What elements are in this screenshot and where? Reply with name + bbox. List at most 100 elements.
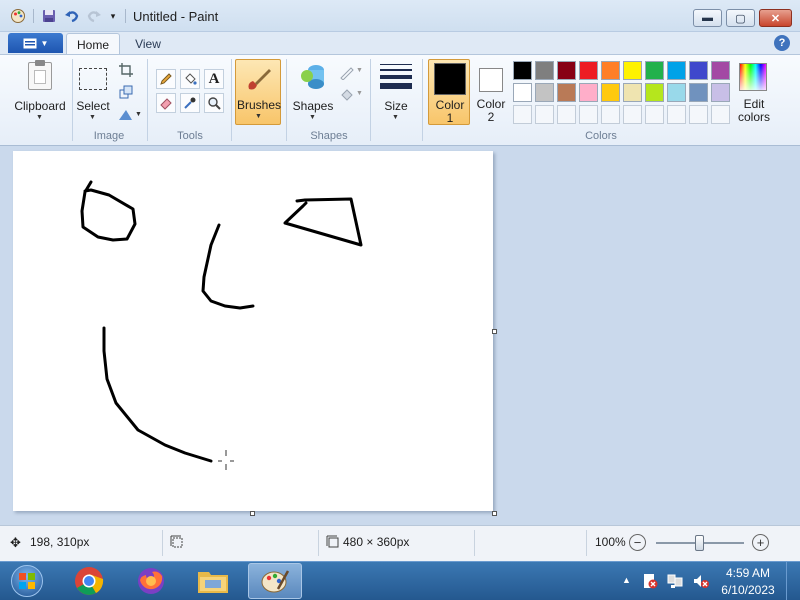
zoom-slider-thumb[interactable]: [695, 535, 704, 551]
group-divider: [370, 59, 371, 141]
size-button[interactable]: Size ▼: [374, 58, 418, 126]
clock-time[interactable]: 4:59 AM: [719, 566, 777, 580]
chevron-down-icon: ▼: [356, 90, 363, 97]
save-icon[interactable]: [40, 7, 58, 25]
action-center-icon[interactable]: [642, 573, 658, 592]
zoom-out-button[interactable]: −: [629, 534, 646, 551]
colors-group-label: Colors: [585, 130, 617, 142]
palette-swatch-empty[interactable]: [711, 105, 730, 124]
group-divider: [231, 59, 232, 141]
edit-colors-label-1: Edit: [743, 97, 765, 111]
color2-label: Color: [476, 97, 506, 111]
eraser-icon[interactable]: [156, 93, 176, 113]
fill-icon[interactable]: [338, 85, 358, 105]
palette-swatch[interactable]: [557, 83, 576, 102]
palette-swatch[interactable]: [689, 61, 708, 80]
palette-swatch[interactable]: [711, 83, 730, 102]
tools-group-label: Tools: [177, 130, 203, 142]
palette-swatch[interactable]: [579, 61, 598, 80]
palette-swatch-empty[interactable]: [557, 105, 576, 124]
fill-bucket-icon[interactable]: [180, 69, 200, 89]
clipboard-button[interactable]: Clipboard ▼: [10, 58, 70, 126]
help-icon[interactable]: ?: [774, 35, 790, 51]
tab-home[interactable]: Home: [66, 33, 120, 55]
palette-swatch-empty[interactable]: [623, 105, 642, 124]
clipboard-icon: [28, 60, 52, 90]
canvas-resize-handle-bottom[interactable]: [250, 511, 255, 516]
palette-swatch-empty[interactable]: [579, 105, 598, 124]
palette-swatch-empty[interactable]: [689, 105, 708, 124]
taskbar-paint[interactable]: [248, 563, 302, 599]
palette-swatch-empty[interactable]: [645, 105, 664, 124]
shapes-button[interactable]: Shapes ▼: [290, 58, 336, 126]
start-button[interactable]: [0, 563, 54, 599]
drawing-canvas[interactable]: [13, 151, 493, 511]
group-divider: [422, 59, 423, 141]
palette-swatch-empty[interactable]: [667, 105, 686, 124]
brush-icon: [248, 69, 271, 90]
show-desktop-button[interactable]: [786, 562, 800, 600]
palette-swatch[interactable]: [535, 83, 554, 102]
palette-swatch[interactable]: [557, 61, 576, 80]
text-tool-icon[interactable]: A: [204, 69, 224, 89]
close-button[interactable]: ✕: [759, 9, 792, 27]
brushes-button[interactable]: Brushes ▼: [235, 59, 281, 125]
select-button[interactable]: Select ▼: [74, 58, 112, 126]
customize-quick-access-icon[interactable]: ▾: [104, 7, 122, 25]
palette-swatch[interactable]: [579, 83, 598, 102]
color1-button[interactable]: Color 1: [428, 59, 470, 125]
close-icon: ✕: [770, 12, 781, 25]
palette-swatch[interactable]: [667, 83, 686, 102]
palette-swatch[interactable]: [513, 83, 532, 102]
clock-date[interactable]: 6/10/2023: [719, 583, 777, 597]
palette-swatch[interactable]: [667, 61, 686, 80]
resize-icon[interactable]: [116, 82, 136, 102]
minimize-icon: ▬: [702, 12, 713, 24]
palette-swatch[interactable]: [645, 61, 664, 80]
palette-swatch[interactable]: [535, 61, 554, 80]
palette-swatch[interactable]: [623, 83, 642, 102]
palette-swatch-empty[interactable]: [601, 105, 620, 124]
group-divider: [147, 59, 148, 141]
paint-app-icon[interactable]: [9, 7, 27, 25]
palette-swatch[interactable]: [711, 61, 730, 80]
outline-icon[interactable]: [338, 63, 358, 83]
minimize-button[interactable]: ▬: [693, 9, 722, 27]
network-icon[interactable]: [666, 573, 684, 592]
taskbar-firefox[interactable]: [124, 563, 178, 599]
show-hidden-icons-icon[interactable]: ▲: [622, 575, 631, 585]
taskbar-file-explorer[interactable]: [186, 563, 240, 599]
crosshair-cursor: [218, 450, 234, 470]
zoom-in-button[interactable]: +: [752, 534, 769, 551]
palette-swatch[interactable]: [689, 83, 708, 102]
selection-size-icon: [170, 535, 183, 551]
edit-colors-button[interactable]: Edit colors: [733, 58, 775, 126]
canvas-resize-handle-right[interactable]: [492, 329, 497, 334]
file-menu-icon: [23, 38, 37, 48]
palette-swatch-empty[interactable]: [535, 105, 554, 124]
zoom-slider[interactable]: [656, 535, 744, 551]
palette-swatch[interactable]: [601, 61, 620, 80]
palette-swatch[interactable]: [601, 83, 620, 102]
undo-icon[interactable]: [63, 7, 81, 25]
color2-button[interactable]: Color 2: [472, 59, 510, 125]
palette-swatch[interactable]: [623, 61, 642, 80]
shapes-label: Shapes: [292, 99, 334, 113]
pencil-icon[interactable]: [156, 69, 176, 89]
crop-icon[interactable]: [116, 60, 136, 80]
redo-icon[interactable]: [85, 7, 103, 25]
maximize-button[interactable]: ▢: [726, 9, 755, 27]
ribbon: Clipboard ▼ Select ▼ ▼ Image A Tools Bru…: [0, 54, 800, 146]
tab-view[interactable]: View: [124, 33, 172, 55]
palette-swatch[interactable]: [513, 61, 532, 80]
rotate-icon[interactable]: [116, 104, 136, 124]
taskbar-chrome[interactable]: [62, 563, 116, 599]
volume-muted-icon[interactable]: [692, 573, 710, 592]
file-menu-button[interactable]: ▼: [8, 33, 63, 53]
palette-swatch[interactable]: [645, 83, 664, 102]
chevron-down-icon: ▼: [392, 114, 399, 121]
color-picker-icon[interactable]: [180, 93, 200, 113]
palette-swatch-empty[interactable]: [513, 105, 532, 124]
magnifier-icon[interactable]: [204, 93, 224, 113]
canvas-resize-handle-corner[interactable]: [492, 511, 497, 516]
